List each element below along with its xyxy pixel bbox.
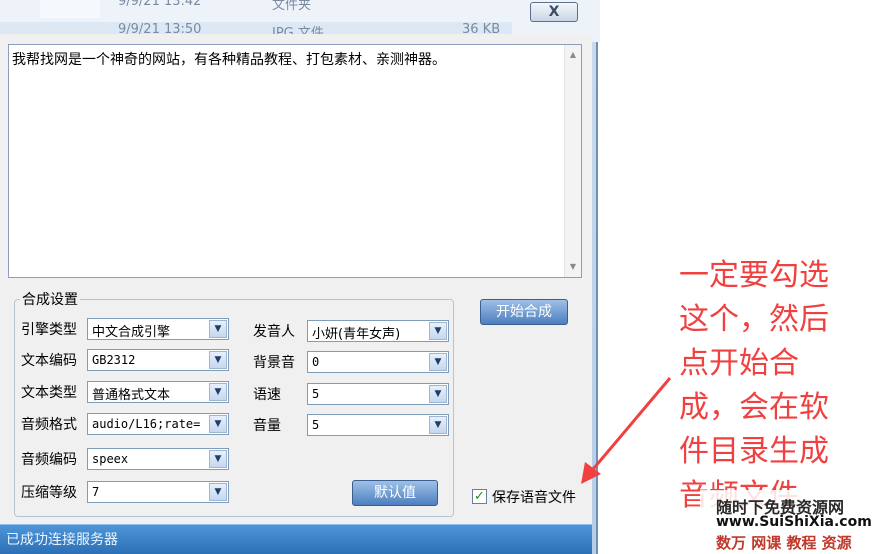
engine-type-label: 引擎类型 [21,322,77,338]
text-type-value: 普通格式文本 [92,388,171,403]
watermark-line: 数万 网课 教程 资源 [716,534,852,552]
compression-level-label: 压缩等级 [21,485,77,501]
chevron-down-icon[interactable]: ▼ [209,415,227,433]
chevron-down-icon[interactable]: ▼ [429,385,447,403]
speaker-select[interactable]: 小妍(青年女声) ▼ [307,320,449,342]
status-text: 已成功连接服务器 [6,532,118,548]
compression-level-value: 7 [92,485,100,499]
audio-format-value: audio/L16;rate= [92,417,201,431]
compression-level-select[interactable]: 7 ▼ [87,481,229,503]
chevron-down-icon[interactable]: ▼ [429,322,447,340]
chevron-down-icon[interactable]: ▼ [429,353,447,371]
chevron-down-icon[interactable]: ▼ [209,450,227,468]
status-bar: 已成功连接服务器 [0,524,592,554]
text-input-value: 我帮找网是一个神奇的网站，有各种精品教程、打包素材、亲测神器。 [12,52,446,68]
chevron-down-icon[interactable]: ▼ [209,383,227,401]
volume-value: 5 [312,418,320,432]
annotation-line: 点开始合 [679,346,799,381]
screenshot: 9/9/21 13:42 文件夹 9/9/21 13:50 JPG 文件 36 … [0,0,873,554]
save-audio-label: 保存语音文件 [492,490,576,506]
scroll-up-icon[interactable]: ▲ [565,47,581,63]
default-values-button[interactable]: 默认值 [352,480,438,506]
speed-label: 语速 [253,387,281,403]
text-type-label: 文本类型 [21,385,77,401]
save-audio-checkbox[interactable]: ✓ [472,489,487,504]
text-type-select[interactable]: 普通格式文本 ▼ [87,381,229,403]
annotation-line: 件目录生成 [679,434,829,469]
chevron-down-icon[interactable]: ▼ [209,320,227,338]
volume-label: 音量 [253,418,281,434]
text-encoding-value: GB2312 [92,353,136,367]
speed-value: 5 [312,387,320,401]
engine-type-value: 中文合成引擎 [92,325,171,340]
watermark-url: www.SuiShiXia.com [716,514,872,530]
background-sound-select[interactable]: 0 ▼ [307,351,449,373]
annotation-line: 一定要勾选 [679,258,829,293]
audio-encoding-select[interactable]: speex ▼ [87,448,229,470]
audio-format-label: 音频格式 [21,417,77,433]
start-synthesis-button[interactable]: 开始合成 [480,299,568,325]
speed-select[interactable]: 5 ▼ [307,383,449,405]
scroll-down-icon[interactable]: ▼ [565,259,581,275]
text-encoding-label: 文本编码 [21,353,77,369]
speaker-value: 小妍(青年女声) [312,327,401,342]
title-bar: X [0,0,598,34]
tts-dialog: 9/9/21 13:42 文件夹 9/9/21 13:50 JPG 文件 36 … [0,0,600,554]
dialog-client-area: 我帮找网是一个神奇的网站，有各种精品教程、打包素材、亲测神器。 ▲ ▼ 合成设置… [0,34,592,524]
settings-group-title: 合成设置 [20,289,80,309]
volume-select[interactable]: 5 ▼ [307,414,449,436]
annotation-arrow [581,377,672,484]
annotation-line: 成，会在软 [679,390,829,425]
audio-encoding-value: speex [92,452,129,466]
text-encoding-select[interactable]: GB2312 ▼ [87,349,229,371]
background-sound-value: 0 [312,355,320,369]
engine-type-select[interactable]: 中文合成引擎 ▼ [87,318,229,340]
chevron-down-icon[interactable]: ▼ [209,351,227,369]
background-sound-label: 背景音 [253,355,295,371]
annotation-text: 一定要勾选 这个，然后 点开始合 成，会在软 件目录生成 音频文件 [679,254,869,518]
chevron-down-icon[interactable]: ▼ [209,483,227,501]
vertical-scrollbar[interactable]: ▲ ▼ [564,45,581,277]
annotation-line: 这个，然后 [679,302,829,337]
close-button[interactable]: X [530,2,578,22]
close-icon: X [548,4,560,20]
chevron-down-icon[interactable]: ▼ [429,416,447,434]
speaker-label: 发音人 [253,324,295,340]
audio-encoding-label: 音频编码 [21,452,77,468]
synthesis-text-input[interactable]: 我帮找网是一个神奇的网站，有各种精品教程、打包素材、亲测神器。 ▲ ▼ [8,44,582,278]
audio-format-select[interactable]: audio/L16;rate= ▼ [87,413,229,435]
